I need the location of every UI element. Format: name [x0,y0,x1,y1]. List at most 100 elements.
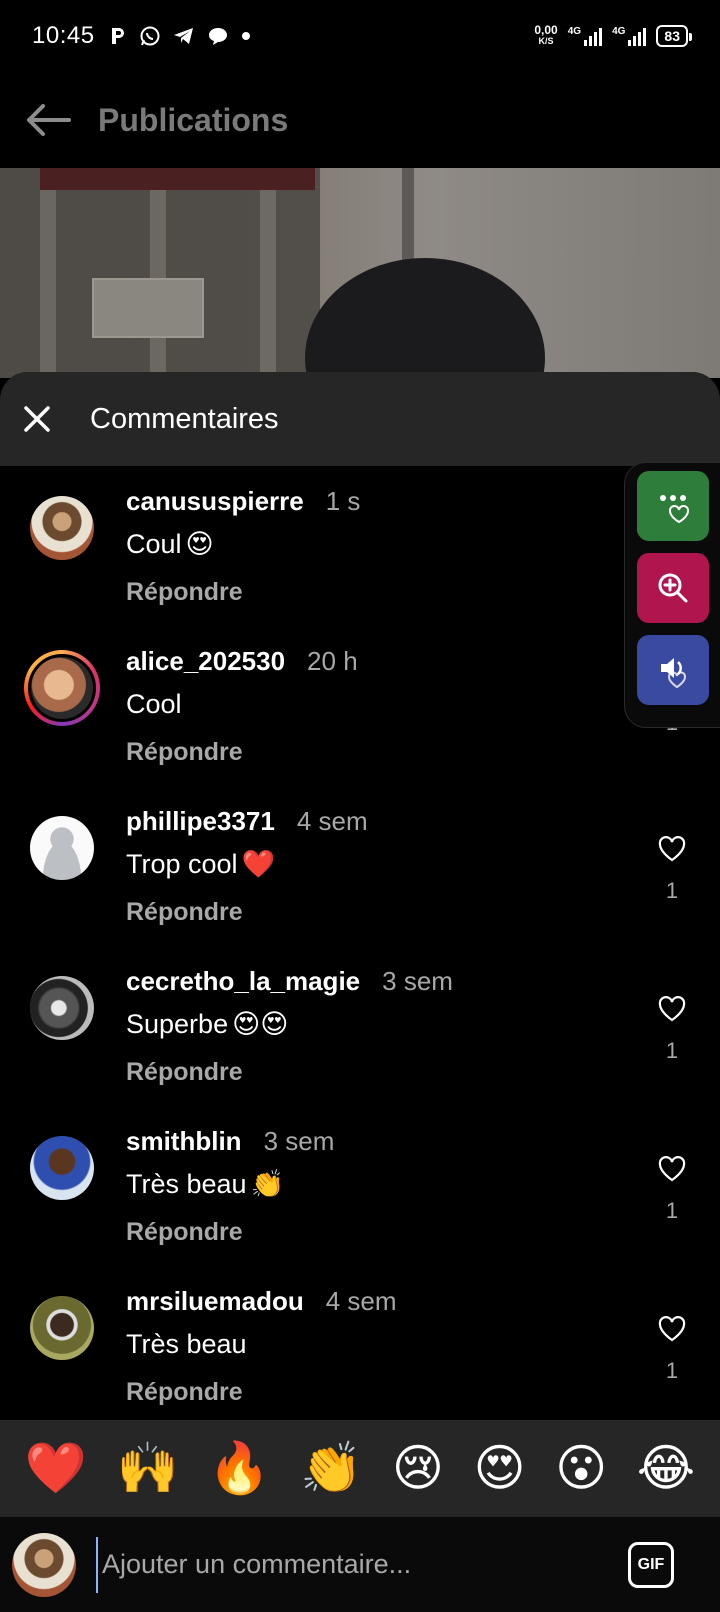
comments-list[interactable]: canususpierre 1 s Coul 😍 Répondre alice_… [0,466,720,1420]
sim2-signal-icon: 4G [612,26,647,46]
comment-username[interactable]: phillipe3371 [126,806,275,837]
comment-text-content: Trop cool [126,849,238,879]
comment-text-content: Très beau [126,1329,247,1359]
comment-item: phillipe3371 4 sem Trop cool ❤️ Répondre… [0,786,720,950]
comment-username[interactable]: smithblin [126,1126,242,1157]
reply-button[interactable]: Répondre [126,898,368,927]
heart-icon[interactable] [658,836,686,862]
comment-input[interactable] [96,1536,576,1593]
video-preview[interactable] [0,168,720,378]
p-icon [109,26,127,46]
like-count: 1 [665,1358,679,1383]
reply-button[interactable]: Répondre [126,1218,334,1247]
reply-button[interactable]: Répondre [126,1058,453,1087]
like-column: 1 [652,1156,692,1224]
net-speed-unit: K/S [538,36,554,46]
sound-heart-button[interactable] [637,635,709,705]
avatar[interactable] [24,650,100,726]
comment-text: Coul 😍 [126,529,360,560]
emoji-clap-button[interactable]: 👏 [300,1443,362,1493]
emoji-fire-button[interactable]: 🔥 [208,1443,270,1493]
comment-text-content: Superbe [126,1009,229,1039]
my-avatar [12,1532,76,1597]
avatar[interactable] [30,496,94,560]
emoji-quick-bar: ❤️ 🙌 🔥 👏 😢 😍 😮 😂 [0,1420,720,1516]
reply-button[interactable]: Répondre [126,578,360,607]
preview-sign [92,278,204,338]
status-right: 0,00 K/S 4G 4G 83 [534,23,692,47]
comment-username[interactable]: mrsiluemadou [126,1286,304,1317]
notification-icons [109,25,251,47]
zoom-in-icon [658,573,688,603]
preview-person [305,258,545,378]
comment-item: smithblin 3 sem Très beau 👏 Répondre 1 [0,1106,720,1270]
comment-username[interactable]: alice_202530 [126,646,285,677]
comment-text-content: Cool [126,689,182,719]
comment-text: Très beau [126,1329,397,1360]
like-count: 1 [665,878,679,903]
avatar[interactable] [30,1136,94,1200]
floating-side-panel [624,462,720,728]
comment-emoji: 😍 [185,529,214,559]
comment-text: Superbe 😍😍 [126,1009,453,1040]
dots-heart-button[interactable] [637,471,709,541]
avatar[interactable] [30,1296,94,1360]
close-icon[interactable] [22,404,52,434]
comments-sheet: Commentaires canususpierre 1 s Coul 😍 Ré… [0,372,720,1612]
comments-title: Commentaires [90,402,279,435]
status-bar: 10:45 0,00 K/S 4G 4G 83 [0,0,720,72]
emoji-raised-hands-button[interactable]: 🙌 [117,1443,179,1493]
chat-bubble-icon [207,26,229,46]
net-speed-value: 0,00 [534,23,558,37]
avatar[interactable] [30,976,94,1040]
comment-time: 1 s [325,486,361,516]
emoji-heart-eyes-button[interactable]: 😍 [474,1443,526,1493]
sim1-signal-icon: 4G [568,26,603,46]
comment-time: 4 sem [325,1286,397,1316]
heart-icon[interactable] [658,996,686,1022]
heart-icon[interactable] [658,1316,686,1342]
whatsapp-icon [139,25,161,47]
sound-heart-icon [661,658,686,689]
page-title: Publications [98,101,289,138]
heart-icon[interactable] [658,1156,686,1182]
back-arrow-icon[interactable] [24,100,72,140]
comment-username[interactable]: cecretho_la_magie [126,966,360,997]
comment-item: mrsiluemadou 4 sem Très beau Répondre 1 [0,1266,720,1420]
dots-heart-icon [660,495,689,524]
comment-input-bar: GIF [0,1516,720,1612]
sim2-label: 4G [612,26,626,37]
comment-text-content: Coul [126,529,182,559]
like-column: 1 [652,996,692,1064]
emoji-surprised-button[interactable]: 😮 [555,1443,607,1493]
gif-button[interactable]: GIF [628,1541,674,1588]
comment-emoji: 👏 [250,1169,285,1199]
top-header: Publications [0,72,720,168]
like-count: 1 [665,1198,679,1223]
comment-text: Trop cool ❤️ [126,849,368,880]
avatar[interactable] [30,816,94,880]
comment-time: 4 sem [296,806,368,836]
reply-button[interactable]: Répondre [126,1378,397,1407]
reply-button[interactable]: Répondre [126,738,358,767]
emoji-sad-button[interactable]: 😢 [392,1443,444,1493]
emoji-laughing-button[interactable]: 😂 [637,1443,695,1493]
net-speed: 0,00 K/S [534,23,558,47]
comment-username[interactable]: canususpierre [126,486,304,517]
comment-item: alice_202530 20 h Cool Répondre 1 [0,626,720,790]
comment-text: Très beau 👏 [126,1169,334,1200]
comment-item: canususpierre 1 s Coul 😍 Répondre [0,466,720,630]
comment-time: 20 h [307,646,358,676]
preview-building [0,168,320,378]
like-column: 1 [652,1316,692,1384]
comment-emoji: 😍😍 [232,1009,289,1039]
dot-icon [241,31,251,41]
status-time: 10:45 [32,22,95,49]
comment-emoji: ❤️ [241,849,276,879]
emoji-heart-button[interactable]: ❤️ [25,1443,87,1493]
comments-header: Commentaires [0,372,720,466]
zoom-in-button[interactable] [637,553,709,623]
comment-time: 3 sem [263,1126,335,1156]
battery-icon: 83 [656,25,692,47]
comment-text: Cool [126,689,358,720]
